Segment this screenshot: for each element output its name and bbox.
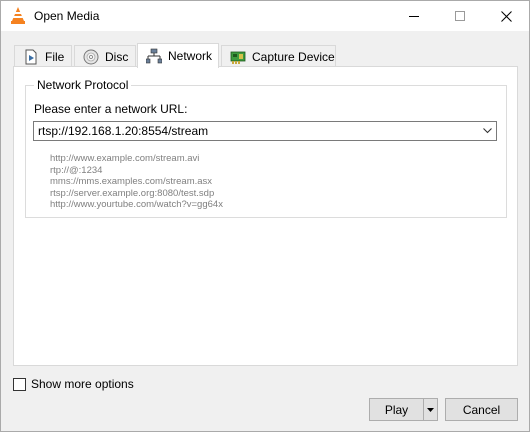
title-bar[interactable]: Open Media — [1, 1, 529, 31]
tab-disc[interactable]: Disc — [74, 45, 136, 67]
open-media-dialog: Open Media File Disc Network Capture Dev… — [0, 0, 530, 432]
network-url-value[interactable]: rtsp://192.168.1.20:8554/stream — [34, 124, 478, 138]
play-dropdown-button[interactable] — [423, 398, 438, 421]
minimize-icon — [409, 15, 419, 17]
url-example: http://www.example.com/stream.avi — [50, 153, 200, 164]
chevron-down-icon — [482, 128, 492, 134]
minimize-button[interactable] — [391, 1, 437, 31]
cancel-button[interactable]: Cancel — [445, 398, 518, 421]
close-icon — [500, 10, 512, 22]
network-url-combobox[interactable]: rtsp://192.168.1.20:8554/stream — [33, 121, 497, 141]
file-icon — [25, 49, 37, 64]
tab-network[interactable]: Network — [137, 43, 219, 68]
network-protocol-group: Network Protocol Please enter a network … — [25, 78, 507, 218]
url-example: http://www.yourtube.com/watch?v=gg64x — [50, 199, 223, 210]
close-button[interactable] — [483, 1, 529, 31]
network-icon — [146, 48, 162, 64]
maximize-icon — [455, 11, 465, 21]
url-examples: http://www.example.com/stream.avi rtp://… — [50, 153, 223, 211]
vlc-cone-icon — [11, 7, 25, 24]
url-example: rtp://@:1234 — [50, 164, 103, 176]
dropdown-arrow-button[interactable] — [478, 122, 496, 140]
show-more-options-checkbox[interactable] — [13, 377, 26, 391]
maximize-button[interactable] — [437, 1, 483, 31]
tab-capture-device[interactable]: Capture Device — [221, 45, 336, 67]
disc-icon — [83, 49, 99, 64]
tab-file[interactable]: File — [14, 45, 72, 67]
window-title: Open Media — [34, 9, 100, 23]
group-title: Network Protocol — [34, 78, 132, 92]
play-button[interactable]: Play — [369, 398, 424, 421]
url-example: rtsp://server.example.org:8080/test.sdp — [50, 187, 215, 199]
show-more-options[interactable]: Show more options — [13, 377, 134, 391]
url-example: mms://mms.examples.com/stream.asx — [50, 176, 213, 187]
capture-card-icon — [230, 51, 246, 64]
url-label: Please enter a network URL: — [34, 102, 188, 116]
network-tab-panel: Network Protocol Please enter a network … — [13, 66, 518, 366]
caret-down-icon — [427, 407, 434, 412]
show-more-options-label[interactable]: Show more options — [31, 377, 134, 391]
